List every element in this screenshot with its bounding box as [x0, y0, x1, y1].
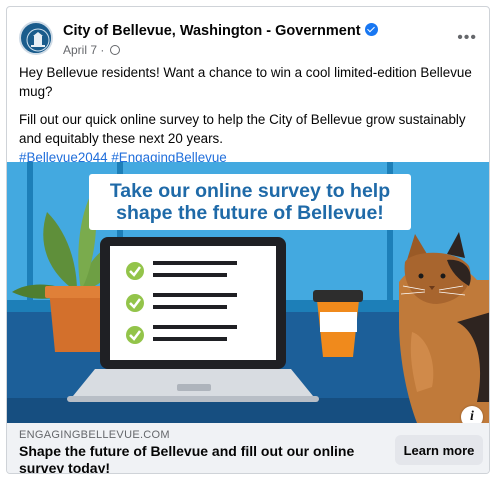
headline-line-2: shape the future of Bellevue!: [116, 202, 384, 224]
more-options-button[interactable]: •••: [457, 29, 477, 47]
headline-line-1: Take our online survey to help: [109, 180, 391, 202]
learn-more-button[interactable]: Learn more: [395, 435, 483, 465]
post-date[interactable]: April 7: [63, 43, 97, 57]
post-paragraph-1: Hey Bellevue residents! Want a chance to…: [19, 65, 472, 99]
verified-badge-icon: [364, 23, 378, 36]
post-image[interactable]: Take our online survey to help shape the…: [7, 162, 489, 423]
avatar[interactable]: [19, 21, 53, 55]
link-preview[interactable]: ENGAGINGBELLEVUE.COM Shape the future of…: [7, 423, 489, 473]
page-name[interactable]: City of Bellevue, Washington - Governmen…: [63, 23, 361, 39]
ad-info-button[interactable]: i: [461, 406, 483, 423]
post-meta: April 7 ·: [63, 43, 120, 57]
link-title[interactable]: Shape the future of Bellevue and fill ou…: [19, 443, 359, 473]
page-name-link[interactable]: City of Bellevue, Washington - Governmen…: [63, 23, 378, 39]
post-text: Hey Bellevue residents! Want a chance to…: [19, 63, 479, 167]
post-paragraph-2: Fill out our quick online survey to help…: [19, 112, 466, 146]
link-domain: ENGAGINGBELLEVUE.COM: [19, 429, 170, 441]
headline: Take our online survey to help shape the…: [110, 180, 390, 224]
globe-icon: [109, 45, 120, 55]
post-header: City of Bellevue, Washington - Governmen…: [19, 17, 479, 61]
city-seal-icon: [23, 25, 51, 53]
headline-banner: Take our online survey to help shape the…: [89, 174, 411, 230]
post-card: City of Bellevue, Washington - Governmen…: [6, 6, 490, 474]
